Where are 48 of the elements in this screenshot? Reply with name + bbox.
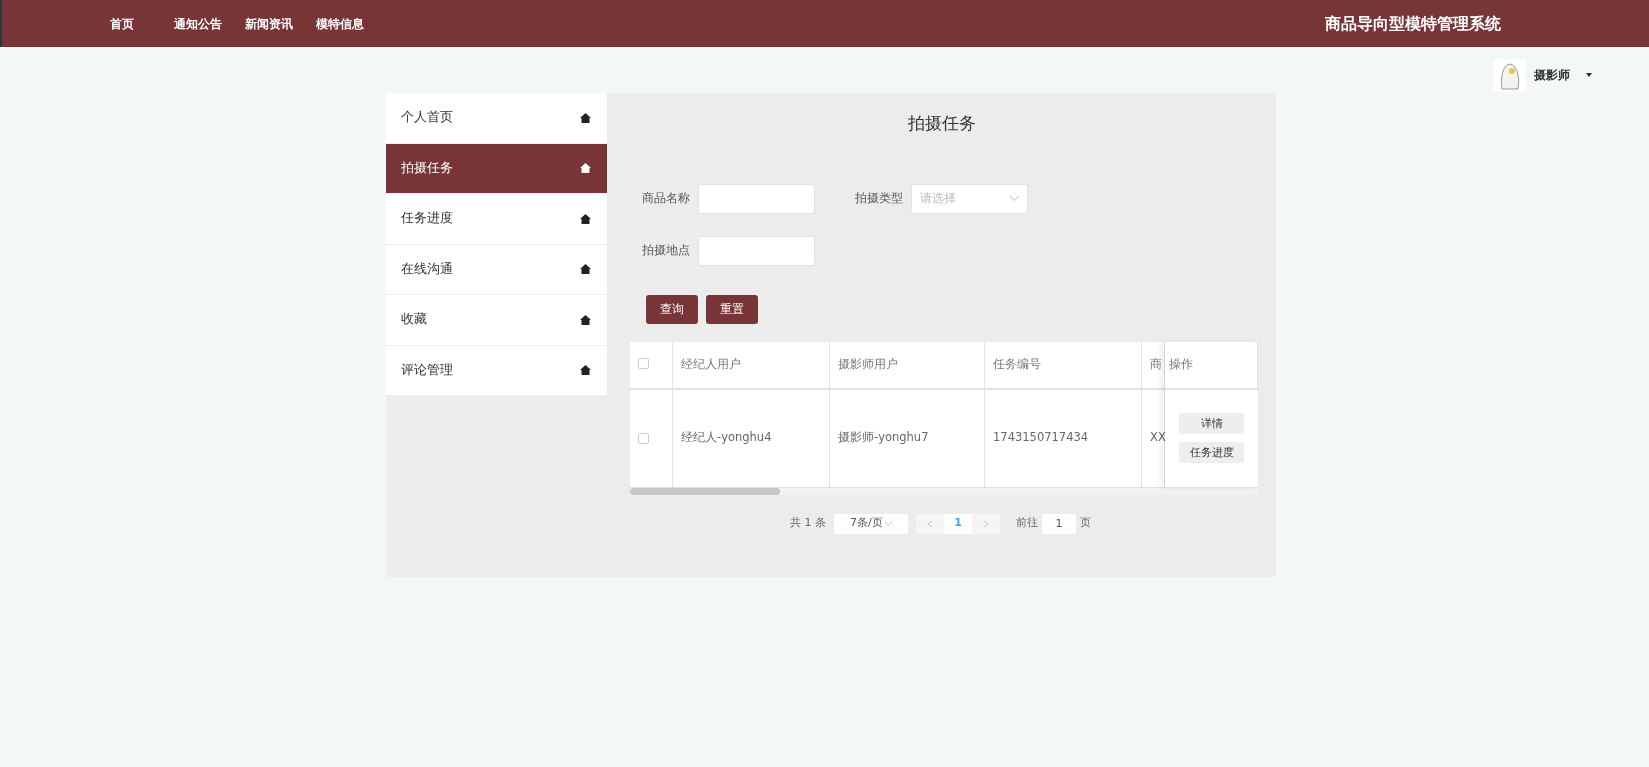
table-cell: 1743150717434 (985, 389, 1142, 488)
sidebar-item[interactable]: 个人首页 (386, 93, 607, 144)
page-title: 拍摄任务 (906, 112, 977, 135)
input-field[interactable] (698, 235, 815, 266)
goto-label: 前往 (1016, 515, 1038, 532)
user-name[interactable]: 摄影师 (1534, 66, 1570, 84)
caret-icon[interactable] (1586, 73, 1592, 77)
field-label: 商品名称 (642, 189, 690, 207)
nav-link[interactable]: 新闻资讯 (245, 14, 293, 33)
search-button[interactable]: 查询 (646, 294, 698, 324)
sidebar-item[interactable]: 收藏 (386, 295, 607, 346)
column-header: 商 (1142, 341, 1165, 390)
column-header: 摄影师用户 (830, 341, 985, 390)
nav-link[interactable]: 通知公告 (174, 14, 222, 33)
checkbox[interactable] (638, 357, 649, 369)
details-button[interactable]: 详情 (1179, 413, 1244, 434)
column-header: 任务编号 (985, 341, 1142, 390)
total-count: 共 1 条 (790, 515, 826, 532)
home-icon (580, 264, 591, 275)
reset-button[interactable]: 重置 (706, 294, 758, 324)
home-icon (580, 314, 591, 325)
home-icon (580, 213, 591, 224)
table-cell: 经纪人-yonghu4 (673, 389, 830, 488)
page-suffix: 页 (1080, 515, 1091, 532)
scrollbar[interactable] (630, 487, 1258, 495)
nav-link[interactable]: 首页 (110, 14, 134, 33)
column-header: 操作 (1165, 341, 1258, 390)
home-icon (580, 112, 591, 123)
page-input[interactable]: 1 (1042, 513, 1076, 534)
chevron-down-icon[interactable] (885, 521, 892, 526)
page-size-select[interactable]: 7条/页 (834, 513, 908, 534)
field-label: 拍摄地点 (642, 241, 690, 259)
checkbox[interactable] (638, 432, 649, 444)
table-cell: 摄影师-yonghu7 (830, 389, 985, 488)
sidebar-item[interactable]: 拍摄任务 (386, 143, 607, 194)
sidebar-item[interactable]: 评论管理 (386, 345, 607, 396)
nav-link[interactable]: 模特信息 (316, 14, 364, 33)
field-label: 拍摄类型 (855, 189, 903, 207)
sidebar-item[interactable]: 任务进度 (386, 194, 607, 245)
column-header: 经纪人用户 (673, 341, 830, 390)
home-icon (580, 163, 591, 174)
chevron-down-icon[interactable] (1010, 196, 1019, 201)
home-icon (580, 365, 591, 376)
table-cell: XX (1142, 389, 1165, 488)
sidebar-item[interactable]: 在线沟通 (386, 244, 607, 295)
site-title: 商品导向型模特管理系统 (1325, 12, 1501, 35)
input-field[interactable] (698, 183, 815, 214)
progress-button[interactable]: 任务进度 (1179, 442, 1244, 463)
